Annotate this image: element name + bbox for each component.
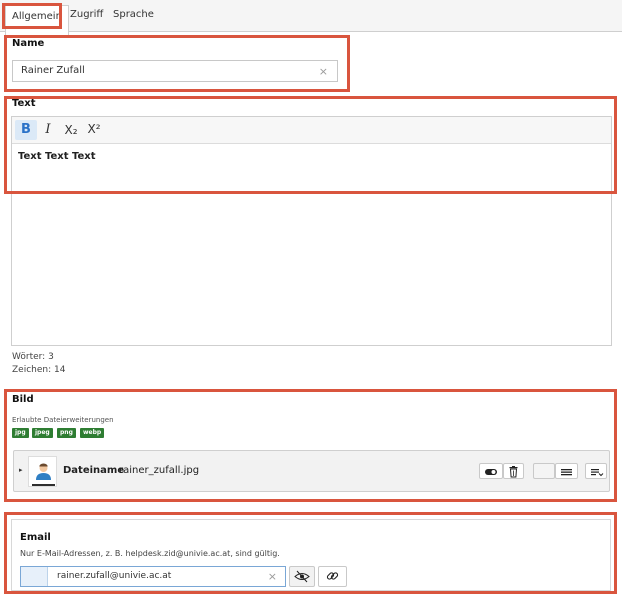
link-button[interactable]	[318, 566, 347, 587]
sort-list-button[interactable]	[585, 463, 607, 479]
tab-zugriff[interactable]: Zugriff	[70, 9, 103, 20]
char-count: Zeichen: 14	[12, 365, 66, 375]
email-label: Email	[20, 532, 51, 543]
file-name-label: Dateiname	[63, 465, 125, 476]
info-list-button[interactable]	[555, 463, 578, 479]
email-value: rainer.zufall@univie.ac.at	[57, 571, 172, 581]
extension-badge-png: png	[57, 428, 76, 438]
allowed-extensions-label: Erlaubte Dateierweiterungen	[12, 416, 114, 424]
delete-button[interactable]	[503, 463, 524, 479]
tab-highlight-frame	[2, 3, 62, 29]
word-count: Wörter: 3	[12, 352, 54, 362]
file-reference: ▸ Dateiname rainer_zufall.jpg	[13, 450, 610, 492]
blank-button[interactable]	[533, 463, 555, 479]
visibility-toggle-button[interactable]	[479, 463, 503, 479]
file-name-value: rainer_zufall.jpg	[119, 465, 200, 476]
link-icon	[326, 572, 339, 580]
clear-icon[interactable]: ×	[319, 65, 328, 78]
clear-icon[interactable]: ×	[268, 570, 277, 583]
list-sort-icon	[591, 469, 604, 477]
toggle-icon	[485, 469, 497, 475]
extension-badge-jpg: jpg	[12, 428, 29, 438]
expand-caret-icon[interactable]: ▸	[19, 466, 23, 474]
name-value: Rainer Zufall	[21, 65, 85, 76]
email-hint: Nur E-Mail-Adressen, z. B. helpdesk.zid@…	[20, 549, 280, 558]
tab-sprache[interactable]: Sprache	[113, 9, 154, 20]
bars-icon	[561, 469, 572, 476]
input-addon	[21, 567, 48, 586]
extension-badge-webp: webp	[80, 428, 105, 438]
image-thumbnail[interactable]	[28, 456, 57, 487]
person-thumbnail-icon	[32, 463, 55, 486]
email-input[interactable]: rainer.zufall@univie.ac.at ×	[20, 566, 286, 587]
eye-slash-icon	[294, 570, 310, 583]
extension-badge-jpeg: jpeg	[32, 428, 53, 438]
tab-bar: Allgemein Zugriff Sprache	[0, 0, 622, 38]
text-section	[4, 96, 617, 194]
trash-icon	[509, 466, 518, 478]
email-visibility-button[interactable]	[289, 566, 315, 587]
name-input[interactable]: Rainer Zufall ×	[12, 60, 338, 82]
image-label: Bild	[12, 394, 34, 405]
name-label: Name	[12, 38, 45, 49]
